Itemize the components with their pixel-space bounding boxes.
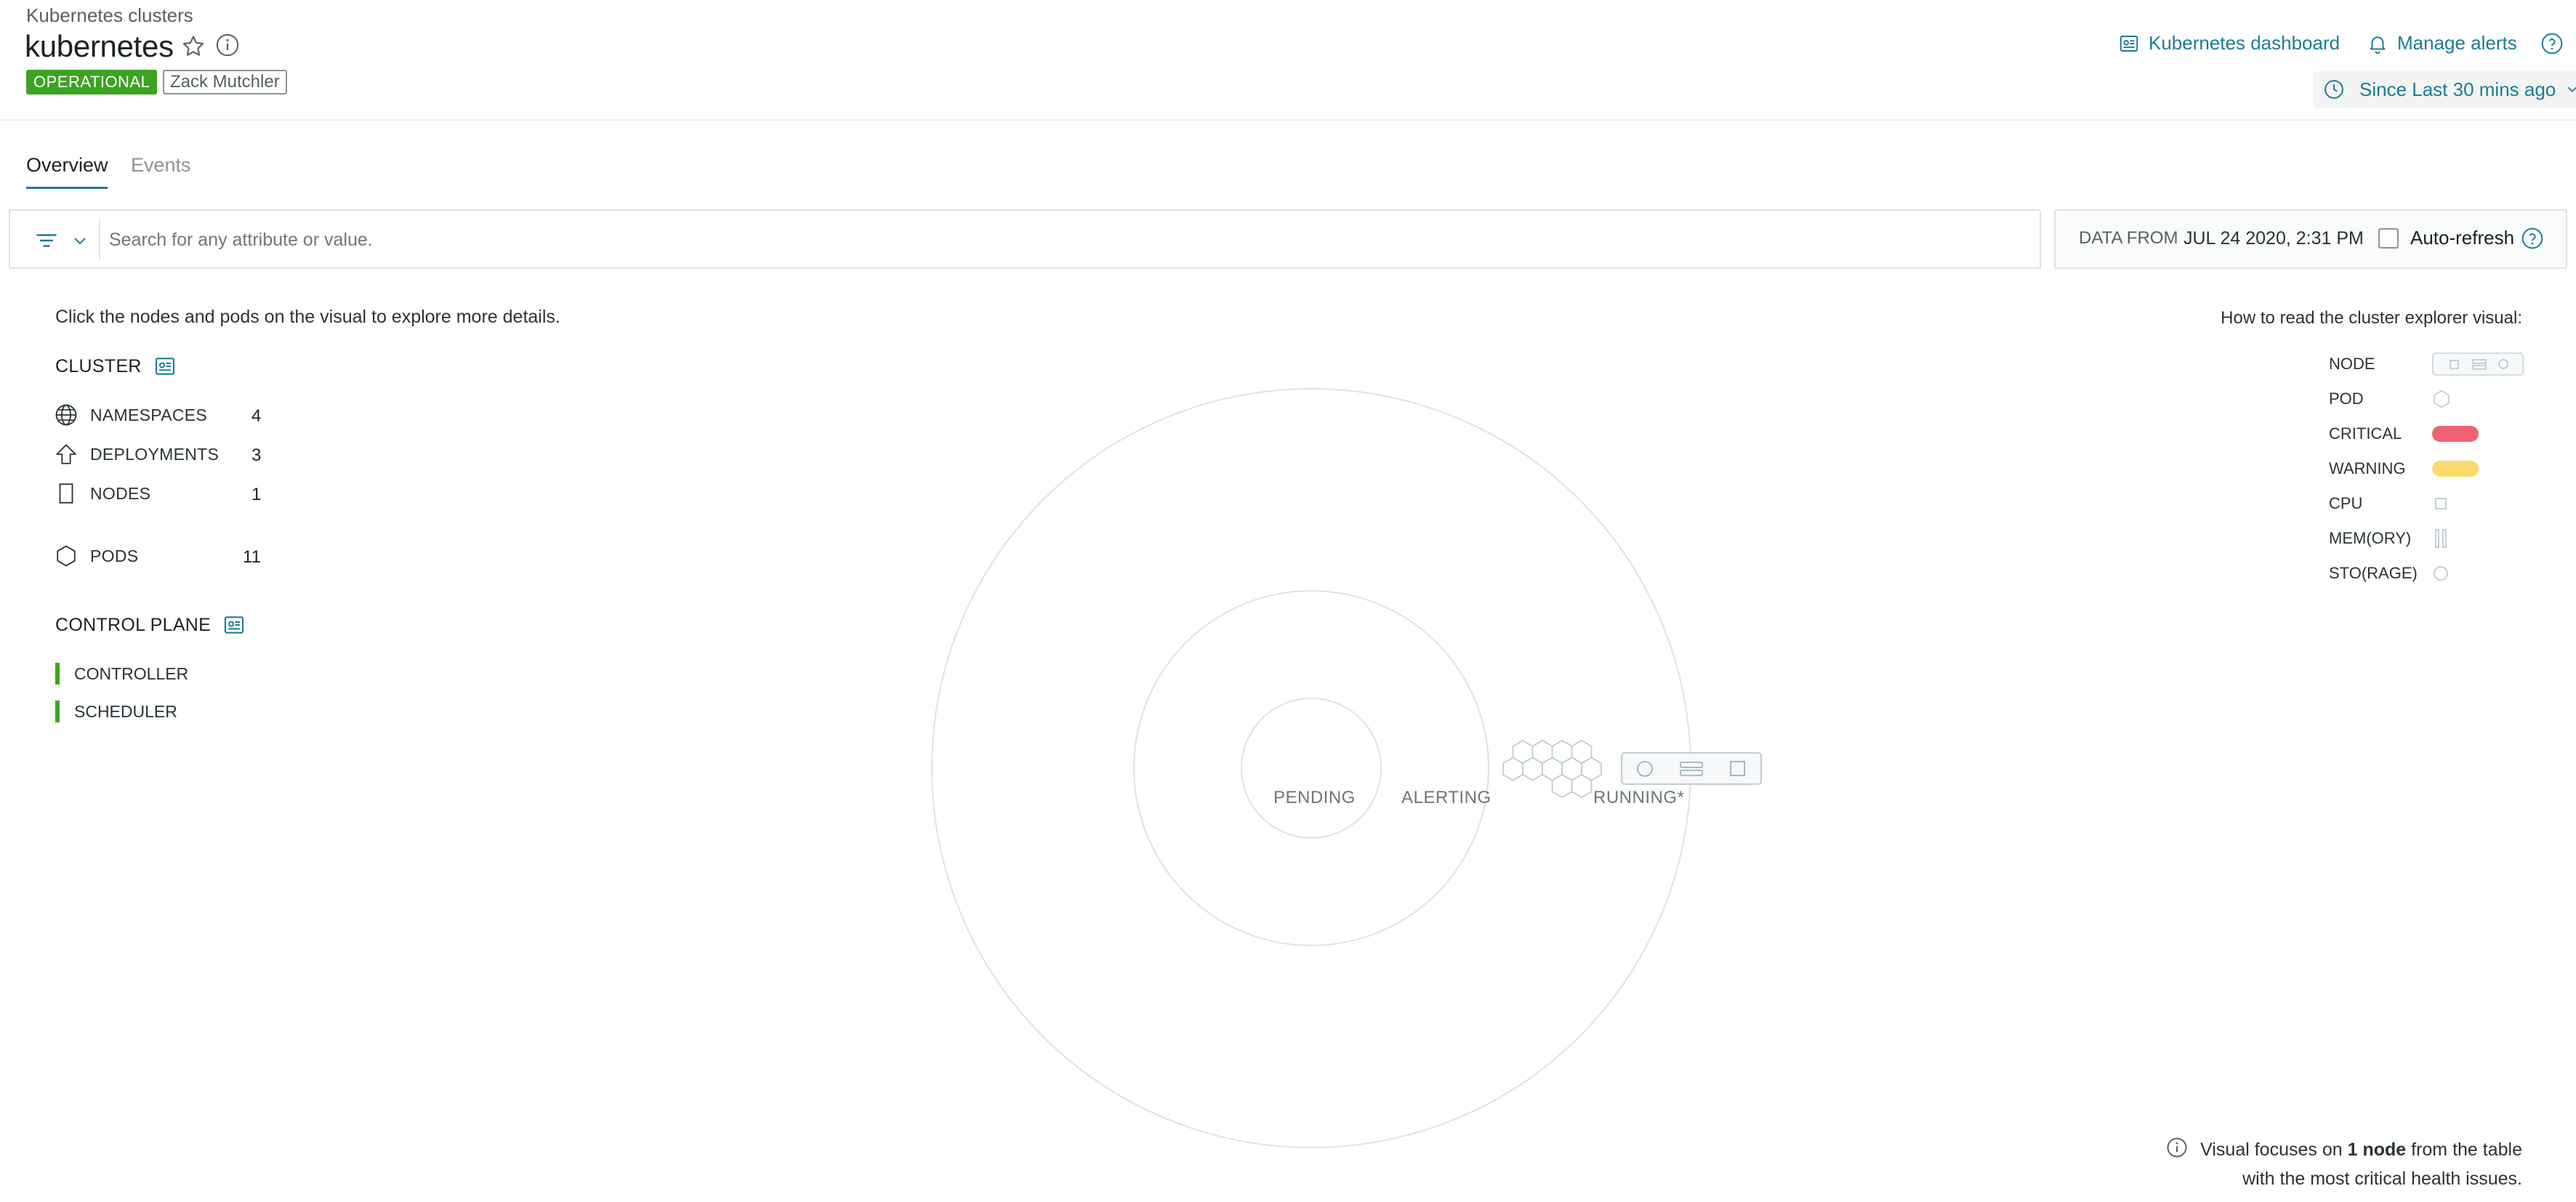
legend-cpu-icon xyxy=(2435,498,2447,509)
legend-pod-label: POD xyxy=(2329,390,2364,408)
legend-pod-hexagon-icon xyxy=(2434,390,2450,408)
legend-node-swatch xyxy=(2432,352,2524,376)
pod-hexagon[interactable] xyxy=(1522,757,1543,781)
ring-label-pending: PENDING xyxy=(1273,788,1356,807)
pod-hexagon[interactable] xyxy=(1571,774,1593,799)
control-plane-heading-label: CONTROL PLANE xyxy=(55,614,212,635)
pending-ring xyxy=(1241,698,1382,839)
legend-warning-swatch xyxy=(2432,461,2479,477)
manage-alerts-label: Manage alerts xyxy=(2397,32,2517,54)
node-square-icon xyxy=(59,483,73,504)
data-from-label: DATA FROM xyxy=(2079,228,2178,248)
stat-namespaces-label: NAMESPACES xyxy=(90,405,208,424)
auto-refresh-help-icon[interactable] xyxy=(2521,227,2544,250)
legend-cpu: CPU xyxy=(2329,493,2527,515)
legend-pod: POD xyxy=(2329,388,2527,410)
intro-text: Click the nodes and pods on the visual t… xyxy=(55,307,560,327)
legend-storage: STO(RAGE) xyxy=(2329,562,2527,584)
stat-namespaces-value: 4 xyxy=(251,406,262,426)
filter-icon[interactable] xyxy=(33,227,60,254)
pod-hexagon[interactable] xyxy=(1551,774,1573,799)
ring-label-alerting: ALERTING xyxy=(1401,788,1492,807)
pod-hexagon[interactable] xyxy=(1502,757,1524,781)
bell-icon xyxy=(2370,36,2386,54)
cluster-heading: CLUSTER xyxy=(55,355,177,378)
legend-critical-label: CRITICAL xyxy=(2329,424,2402,443)
dashboard-icon xyxy=(2120,35,2138,52)
clock-icon xyxy=(2325,80,2343,99)
legend-title: How to read the cluster explorer visual: xyxy=(2221,308,2522,328)
auto-refresh-label[interactable]: Auto-refresh xyxy=(2410,227,2514,249)
legend-cpu-label: CPU xyxy=(2329,494,2363,512)
tab-overview[interactable]: Overview xyxy=(26,154,108,177)
legend-memory-icon xyxy=(2435,529,2447,548)
footnote-line-2: with the most critical health issues. xyxy=(2242,1169,2522,1189)
controller-label: CONTROLLER xyxy=(74,663,189,683)
kubernetes-dashboard-label: Kubernetes dashboard xyxy=(2149,32,2340,54)
tab-overview-underline xyxy=(26,187,108,189)
cluster-details-icon[interactable] xyxy=(153,355,177,378)
globe-icon xyxy=(55,404,77,426)
chevron-down-icon xyxy=(2568,86,2576,93)
info-icon[interactable] xyxy=(215,33,240,57)
stat-deployments-value: 3 xyxy=(251,445,262,465)
legend-critical-swatch xyxy=(2432,426,2479,442)
search-divider xyxy=(99,219,100,260)
data-from-panel: DATA FROM JUL 24 2020, 2:31 PM Auto-refr… xyxy=(2054,209,2567,269)
breadcrumb[interactable]: Kubernetes clusters xyxy=(26,4,193,27)
search-input[interactable] xyxy=(108,217,2000,263)
footnote-line-1: Visual focuses on 1 node from the table xyxy=(2200,1140,2522,1160)
time-picker[interactable]: Since Last 30 mins ago xyxy=(2313,71,2576,108)
legend-warning-label: WARNING xyxy=(2329,459,2406,477)
legend-warning: WARNING xyxy=(2329,458,2527,480)
control-plane-item-controller[interactable]: CONTROLLER xyxy=(55,663,188,685)
legend-node-label: NODE xyxy=(2329,355,2375,373)
auto-refresh-checkbox[interactable] xyxy=(2378,228,2399,249)
controller-status-bar xyxy=(55,663,60,685)
stat-pods-label: PODS xyxy=(90,546,139,565)
stat-pods[interactable]: PODS xyxy=(54,544,138,568)
stat-nodes-value: 1 xyxy=(251,485,262,504)
control-plane-heading: CONTROL PLANE xyxy=(55,613,246,637)
status-badge: OPERATIONAL xyxy=(26,70,158,94)
pod-hexagon-icon xyxy=(57,545,76,567)
scheduler-label: SCHEDULER xyxy=(74,701,177,721)
legend-critical: CRITICAL xyxy=(2329,423,2527,445)
filter-chevron-down-icon[interactable] xyxy=(71,232,89,249)
ring-label-running: RUNNING* xyxy=(1593,788,1685,807)
control-plane-item-scheduler[interactable]: SCHEDULER xyxy=(55,701,177,722)
control-plane-details-icon[interactable] xyxy=(222,613,246,637)
legend-memory: MEM(ORY) xyxy=(2329,528,2527,549)
deployment-arrow-icon xyxy=(56,444,76,464)
stat-nodes[interactable]: NODES xyxy=(54,481,150,506)
stat-namespaces[interactable]: NAMESPACES xyxy=(54,403,207,427)
cluster-heading-label: CLUSTER xyxy=(55,355,142,376)
stat-deployments[interactable]: DEPLOYMENTS xyxy=(54,442,219,467)
stat-pods-value: 11 xyxy=(243,547,261,567)
footnote-text: Visual focuses on 1 node from the table … xyxy=(2200,1135,2522,1193)
legend-node: NODE xyxy=(2329,352,2527,376)
kubernetes-dashboard-link[interactable]: Kubernetes dashboard xyxy=(2118,32,2340,55)
node-box[interactable] xyxy=(1621,752,1762,785)
footnote-info-icon xyxy=(2166,1137,2188,1158)
search-bar xyxy=(9,209,2041,269)
manage-alerts-link[interactable]: Manage alerts xyxy=(2367,32,2517,55)
footnote-bold: 1 node xyxy=(2347,1140,2407,1160)
help-icon[interactable] xyxy=(2540,32,2564,55)
legend-storage-icon xyxy=(2434,566,2448,581)
stat-deployments-label: DEPLOYMENTS xyxy=(90,444,220,464)
header-divider xyxy=(0,119,2576,121)
pods-cluster[interactable] xyxy=(1502,740,1602,799)
stat-nodes-label: NODES xyxy=(90,483,151,503)
legend-memory-label: MEM(ORY) xyxy=(2329,529,2412,547)
page-title: kubernetes xyxy=(25,29,174,63)
owner-tag[interactable]: Zack Mutchler xyxy=(163,70,287,94)
time-picker-label: Since Last 30 mins ago xyxy=(2359,78,2556,100)
cluster-explorer-visual xyxy=(829,388,1762,1148)
favorite-star-icon[interactable] xyxy=(180,33,206,60)
legend-storage-label: STO(RAGE) xyxy=(2329,564,2418,582)
scheduler-status-bar xyxy=(55,701,60,722)
data-from-value: JUL 24 2020, 2:31 PM xyxy=(2183,228,2364,249)
tab-events[interactable]: Events xyxy=(131,154,191,177)
